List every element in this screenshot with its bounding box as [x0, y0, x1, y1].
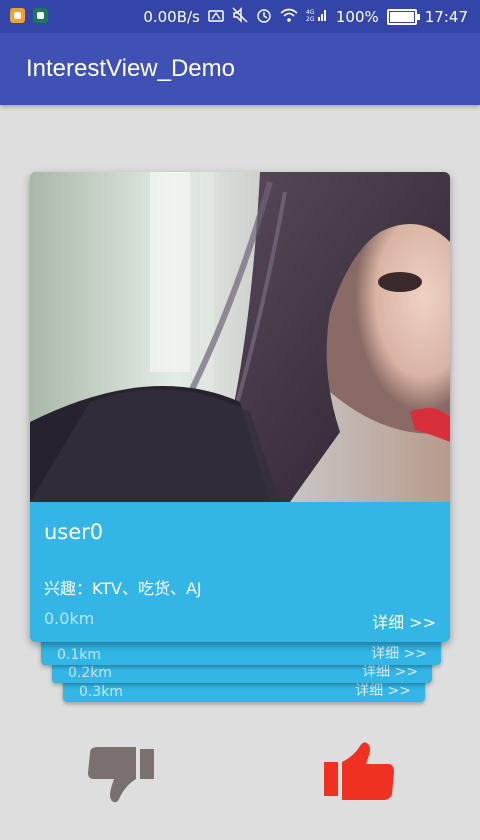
alarm-icon	[256, 7, 272, 27]
stacked-card-distance: 0.3km	[79, 684, 124, 700]
status-right: 0.00B/s 4G 2G 100% 17:47	[143, 0, 468, 33]
shield-notification-icon	[33, 8, 48, 23]
stacked-card-distance: 0.1km	[57, 647, 102, 663]
stacked-card-distance: 0.2km	[68, 665, 113, 681]
network-speed: 0.00B/s	[143, 7, 200, 26]
like-button[interactable]	[322, 742, 396, 806]
status-bar: 0.00B/s 4G 2G 100% 17:47	[0, 0, 480, 33]
card-distance: 0.0km	[44, 609, 95, 628]
mute-icon	[232, 6, 248, 27]
stacked-card-detail: 详细 >>	[355, 683, 411, 699]
wifi-icon	[280, 8, 298, 26]
thumbs-down-icon	[88, 747, 154, 803]
cellular-signal-icon: 4G 2G	[306, 8, 328, 26]
detail-link[interactable]: 详细 >>	[372, 609, 436, 633]
app-notification-icon	[10, 8, 25, 23]
app-title: InterestView_Demo	[26, 55, 235, 82]
card-interests: 兴趣：KTV、吃货、AJ	[44, 579, 202, 598]
thumbs-up-icon	[324, 742, 394, 800]
card-username: user0	[44, 520, 104, 544]
app-bar: InterestView_Demo	[0, 33, 480, 105]
user-photo	[30, 172, 450, 502]
stacked-card-detail: 详细 >>	[371, 646, 427, 662]
notification-icons	[10, 8, 48, 23]
nfc-icon	[208, 8, 224, 26]
battery-percent: 100%	[335, 7, 379, 26]
dislike-button[interactable]	[86, 745, 156, 811]
svg-text:2G: 2G	[306, 16, 315, 22]
clock: 17:47	[424, 7, 468, 26]
battery-icon	[386, 8, 420, 25]
interest-card[interactable]: user0 兴趣：KTV、吃货、AJ 0.0km 详细 >>	[30, 172, 450, 642]
svg-text:4G: 4G	[306, 9, 315, 16]
